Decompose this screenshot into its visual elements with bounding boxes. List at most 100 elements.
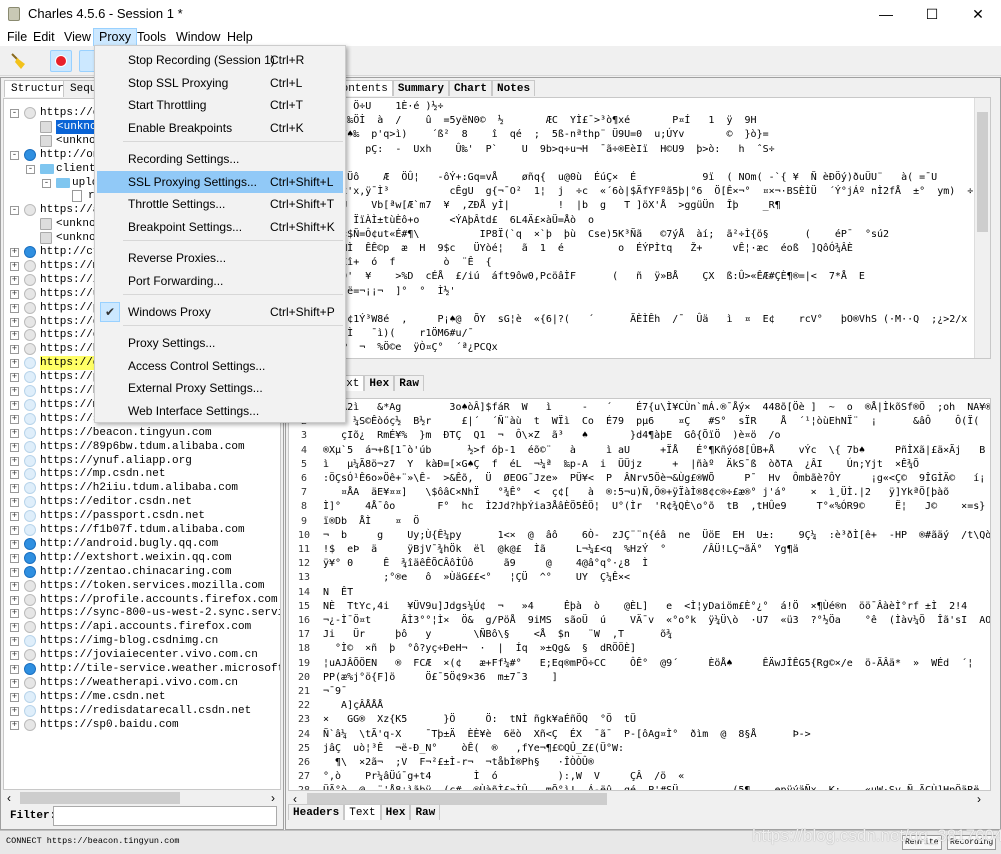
tab-req-hex[interactable]: Hex	[364, 375, 395, 391]
menu-item-breakpoint-settings[interactable]: Breakpoint Settings... Ctrl+Shift+K	[97, 216, 343, 238]
menu-help[interactable]: Help	[222, 28, 258, 46]
tree-node[interactable]: + https://joviaiecenter.vivo.com.cn	[4, 648, 280, 662]
expand-icon[interactable]: +	[10, 248, 19, 257]
scroll-right-icon[interactable]: ›	[977, 792, 981, 806]
menu-item-throttle-settings[interactable]: Throttle Settings... Ctrl+Shift+T	[97, 193, 343, 215]
tree-node[interactable]: + http://extshort.weixin.qq.com	[4, 551, 280, 565]
collapse-icon[interactable]: -	[10, 206, 19, 216]
tree-node[interactable]: + https://token.services.mozilla.com	[4, 579, 280, 593]
expand-icon[interactable]: +	[10, 692, 19, 702]
menu-item-web-interface-settings[interactable]: Web Interface Settings...	[97, 400, 343, 422]
tree-node[interactable]: + https://img-blog.csdnimg.cn	[4, 634, 280, 648]
tree-node[interactable]: + https://editor.csdn.net	[4, 495, 280, 509]
response-text[interactable]: 1 Â2ì &*Ag 3o♠òÂ]$fáR W ì - ´ É7{u\Ì¥CÙn…	[288, 398, 991, 791]
expand-icon[interactable]: +	[10, 442, 19, 452]
tab-text[interactable]: Text	[344, 804, 381, 820]
expand-icon[interactable]: +	[10, 387, 19, 396]
menu-item-access-control-settings[interactable]: Access Control Settings...	[97, 355, 343, 377]
collapse-icon[interactable]: -	[10, 150, 19, 160]
expand-icon[interactable]: +	[10, 414, 19, 424]
expand-icon[interactable]: +	[10, 289, 19, 299]
menu-item-ssl-proxying-settings[interactable]: SSL Proxying Settings... Ctrl+Shift+L	[97, 171, 343, 193]
minimize-button[interactable]: —	[863, 0, 909, 28]
menu-view[interactable]: View	[59, 28, 96, 46]
menu-item-start-throttling[interactable]: Start Throttling Ctrl+T	[97, 94, 343, 116]
expand-icon[interactable]: +	[10, 275, 19, 285]
menu-tools[interactable]: Tools	[132, 28, 171, 46]
tab-chart[interactable]: Chart	[449, 80, 493, 96]
expand-icon[interactable]: +	[10, 512, 19, 522]
expand-icon[interactable]: +	[10, 651, 19, 661]
expand-icon[interactable]: +	[10, 595, 19, 605]
expand-icon[interactable]: +	[10, 345, 19, 355]
tree-node[interactable]: + http://android.bugly.qq.com	[4, 537, 280, 551]
request-vertical-scrollbar[interactable]	[974, 98, 990, 358]
menu-item-port-forwarding[interactable]: Port Forwarding...	[97, 270, 343, 292]
expand-icon[interactable]: +	[10, 665, 19, 674]
tree-horizontal-scrollbar[interactable]: ‹ ›	[3, 790, 281, 807]
expand-icon[interactable]: +	[10, 331, 19, 341]
expand-icon[interactable]: +	[10, 706, 19, 716]
expand-icon[interactable]: +	[10, 539, 19, 549]
filter-input[interactable]	[53, 806, 277, 826]
expand-icon[interactable]: +	[10, 567, 19, 577]
scroll-left-icon[interactable]: ‹	[7, 791, 11, 805]
expand-icon[interactable]: +	[10, 470, 19, 480]
tree-node[interactable]: + https://89p6bw.tdum.alibaba.com	[4, 440, 280, 454]
expand-icon[interactable]: +	[10, 720, 19, 730]
tab-hex[interactable]: Hex	[380, 804, 411, 820]
expand-icon[interactable]: +	[10, 526, 19, 535]
tree-node[interactable]: + https://sp0.baidu.com	[4, 718, 280, 732]
expand-icon[interactable]: +	[10, 359, 19, 369]
tree-node[interactable]: + https://profile.accounts.firefox.com	[4, 593, 280, 607]
close-button[interactable]: ✕	[955, 0, 1001, 28]
expand-icon[interactable]: +	[10, 261, 19, 271]
menu-item-windows-proxy[interactable]: ✔ Windows Proxy Ctrl+Shift+P	[97, 301, 343, 323]
tree-node[interactable]: + https://ynuf.aliapp.org	[4, 454, 280, 468]
menu-edit[interactable]: Edit	[28, 28, 60, 46]
tree-node[interactable]: + https://passport.csdn.net	[4, 509, 280, 523]
tab-summary[interactable]: Summary	[392, 80, 450, 96]
menu-item-external-proxy-settings[interactable]: External Proxy Settings...	[97, 377, 343, 399]
tree-node[interactable]: + https://api.accounts.firefox.com	[4, 620, 280, 634]
menu-proxy[interactable]: Proxy	[93, 28, 137, 46]
tab-notes[interactable]: Notes	[492, 80, 536, 96]
expand-icon[interactable]: +	[10, 623, 19, 633]
tree-node[interactable]: + https://h2iiu.tdum.alibaba.com	[4, 481, 280, 495]
request-contents[interactable]: Æ 7 Ö÷U 1È·é )½÷ {g¼v(♠× ‰Öİ à / û =5yëN0…	[288, 97, 991, 359]
expand-icon[interactable]: +	[10, 498, 19, 508]
collapse-icon[interactable]: -	[10, 109, 19, 118]
tree-node[interactable]: + https://beacon.tingyun.com	[4, 426, 280, 440]
tree-node[interactable]: + http://zentao.chinacaring.com	[4, 565, 280, 579]
tab-raw[interactable]: Raw	[410, 804, 441, 820]
expand-icon[interactable]: +	[10, 400, 19, 410]
menu-item-recording-settings[interactable]: Recording Settings...	[97, 148, 343, 170]
tab-req-raw[interactable]: Raw	[394, 375, 425, 391]
expand-icon[interactable]: +	[10, 609, 19, 619]
collapse-icon[interactable]: -	[26, 164, 35, 174]
expand-icon[interactable]: +	[10, 303, 19, 313]
collapse-icon[interactable]: -	[42, 178, 51, 188]
tree-node[interactable]: + https://weatherapi.vivo.com.cn	[4, 676, 280, 690]
menu-item-stop-recording-session-1[interactable]: Stop Recording (Session 1) Ctrl+R	[97, 49, 343, 71]
tree-node[interactable]: + https://sync-800-us-west-2.sync.service…	[4, 606, 280, 620]
tree-node[interactable]: + http://tile-service.weather.microsoft.c…	[4, 662, 280, 676]
broom-icon[interactable]	[8, 50, 30, 72]
expand-icon[interactable]: +	[10, 428, 19, 438]
expand-icon[interactable]: +	[10, 484, 19, 494]
expand-icon[interactable]: +	[10, 637, 19, 647]
tree-node[interactable]: + https://me.csdn.net	[4, 690, 280, 704]
tree-node[interactable]: + https://f1b07f.tdum.alibaba.com	[4, 523, 280, 537]
tree-node[interactable]: + https://mp.csdn.net	[4, 467, 280, 481]
maximize-button[interactable]: ☐	[909, 0, 955, 28]
menu-item-reverse-proxies[interactable]: Reverse Proxies...	[97, 247, 343, 269]
expand-icon[interactable]: +	[10, 373, 19, 383]
expand-icon[interactable]: +	[10, 678, 19, 688]
menu-item-enable-breakpoints[interactable]: Enable Breakpoints Ctrl+K	[97, 117, 343, 139]
record-button[interactable]	[50, 50, 72, 72]
expand-icon[interactable]: +	[10, 317, 19, 327]
expand-icon[interactable]: +	[10, 553, 19, 563]
expand-icon[interactable]: +	[10, 581, 19, 591]
menu-window[interactable]: Window	[171, 28, 225, 46]
menu-item-proxy-settings[interactable]: Proxy Settings...	[97, 332, 343, 354]
